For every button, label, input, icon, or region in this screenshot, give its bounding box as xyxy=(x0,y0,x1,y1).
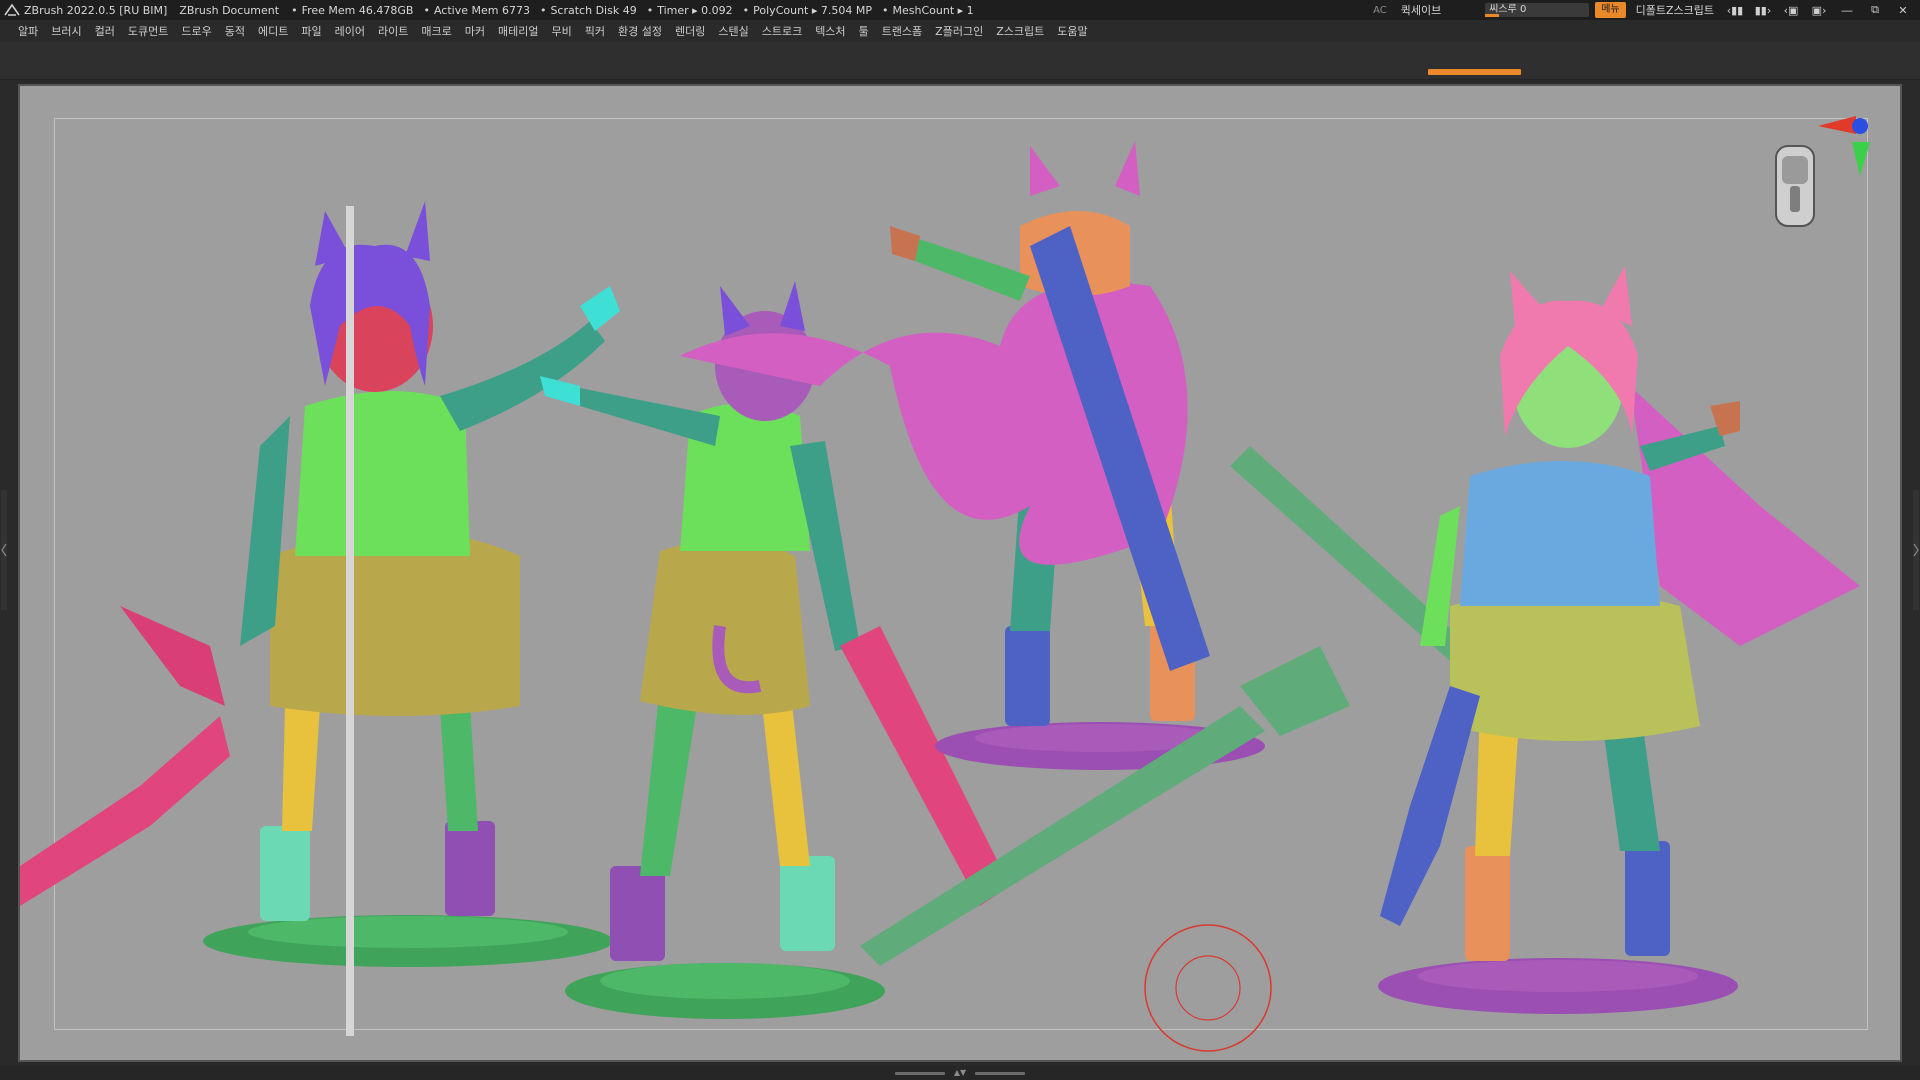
title-bar: ZBrush 2022.0.5 [RU BIM] ZBrush Document… xyxy=(0,0,1920,20)
menus-toggle-button[interactable]: 메뉴 xyxy=(1595,2,1626,18)
layout-right-icon[interactable]: ▣› xyxy=(1808,3,1830,17)
seethrough-fill xyxy=(1485,14,1500,17)
figure-front-split xyxy=(20,201,620,1036)
dock-right-icon[interactable]: ▮▮› xyxy=(1752,3,1774,17)
default-zscript-button[interactable]: 디폴트Z스크립트 xyxy=(1636,2,1714,18)
stat-active-mem: Active Mem 6773 xyxy=(423,4,530,17)
zbrush-logo-icon xyxy=(4,3,20,16)
canvas-viewport[interactable] xyxy=(18,84,1902,1062)
sculpt-scene xyxy=(20,116,1870,1052)
menu-marker[interactable]: 마커 xyxy=(465,23,485,39)
quicksave-button[interactable]: 퀵세이브 xyxy=(1401,2,1441,18)
app-title: ZBrush 2022.0.5 [RU BIM] xyxy=(24,3,168,17)
menu-color[interactable]: 컬러 xyxy=(95,23,115,39)
menu-texture[interactable]: 텍스처 xyxy=(815,23,845,39)
menu-draw[interactable]: 드로우 xyxy=(181,23,211,39)
ac-indicator[interactable]: AC xyxy=(1373,5,1387,16)
active-tab-indicator xyxy=(1428,69,1521,75)
menu-stroke[interactable]: 스트로크 xyxy=(762,23,802,39)
menu-preferences[interactable]: 환경 설정 xyxy=(618,23,662,39)
main-menu-bar: 알파 브러시 컬러 도큐먼트 드로우 동적 에디트 파일 레이어 라이트 매크로… xyxy=(0,20,1920,42)
dock-left-icon[interactable]: ‹▮▮ xyxy=(1724,3,1746,17)
menu-render[interactable]: 렌더링 xyxy=(675,23,705,39)
menu-brush[interactable]: 브러시 xyxy=(51,23,81,39)
stat-meshcount: MeshCount ▸ 1 xyxy=(882,4,974,17)
reference-head-icon xyxy=(1775,145,1815,227)
menu-dynamics[interactable]: 동적 xyxy=(225,23,245,39)
document-name: ZBrush Document xyxy=(179,3,280,17)
menu-tool[interactable]: 툴 xyxy=(859,23,869,39)
zbrush-window: ZBrush 2022.0.5 [RU BIM] ZBrush Document… xyxy=(0,0,1920,1080)
menu-file[interactable]: 파일 xyxy=(301,23,321,39)
menu-macro[interactable]: 매크로 xyxy=(421,23,451,39)
menu-picker[interactable]: 픽커 xyxy=(585,23,605,39)
menu-layer[interactable]: 레이어 xyxy=(335,23,365,39)
menu-alpha[interactable]: 알파 xyxy=(18,23,38,39)
menu-light[interactable]: 라이트 xyxy=(378,23,408,39)
menu-document[interactable]: 도큐먼트 xyxy=(128,23,168,39)
bottom-tray-handle-icon[interactable]: ▲▼ xyxy=(895,1069,1025,1077)
minimize-icon[interactable]: ― xyxy=(1836,3,1858,17)
stat-free-mem: Free Mem 46.478GB xyxy=(291,4,414,17)
menu-stencil[interactable]: 스텐실 xyxy=(718,23,748,39)
menu-edit[interactable]: 에디트 xyxy=(258,23,288,39)
tool-strip xyxy=(0,42,1920,80)
menu-material[interactable]: 매테리얼 xyxy=(498,23,538,39)
menu-zscript[interactable]: Z스크립트 xyxy=(996,23,1044,39)
stat-polycount: PolyCount ▸ 7.504 MP xyxy=(743,4,872,17)
layout-left-icon[interactable]: ‹▣ xyxy=(1780,3,1802,17)
restore-icon[interactable]: ⧉ xyxy=(1864,3,1886,17)
seethrough-slider[interactable]: 씨스루 0 xyxy=(1485,3,1590,17)
bottom-tray: ▲▼ xyxy=(0,1066,1920,1080)
stat-scratch-disk: Scratch Disk 49 xyxy=(540,4,636,17)
axis-gizmo-icon xyxy=(1818,116,1870,176)
brush-cursor-icon xyxy=(1144,924,1272,1052)
menu-transform[interactable]: 트랜스폼 xyxy=(882,23,922,39)
menu-zplugin[interactable]: Z플러그인 xyxy=(935,23,983,39)
close-icon[interactable]: ✕ xyxy=(1892,3,1914,17)
menu-movie[interactable]: 무비 xyxy=(551,23,571,39)
menu-help[interactable]: 도움말 xyxy=(1057,23,1087,39)
title-bar-controls: AC 퀵세이브 씨스루 0 메뉴 디폴트Z스크립트 ‹▮▮ ▮▮› ‹▣ ▣› … xyxy=(1373,0,1920,20)
left-tray-handle-icon[interactable] xyxy=(0,490,8,610)
right-tray-handle-icon[interactable] xyxy=(1912,490,1920,610)
stat-timer: Timer ▸ 0.092 xyxy=(647,4,732,17)
